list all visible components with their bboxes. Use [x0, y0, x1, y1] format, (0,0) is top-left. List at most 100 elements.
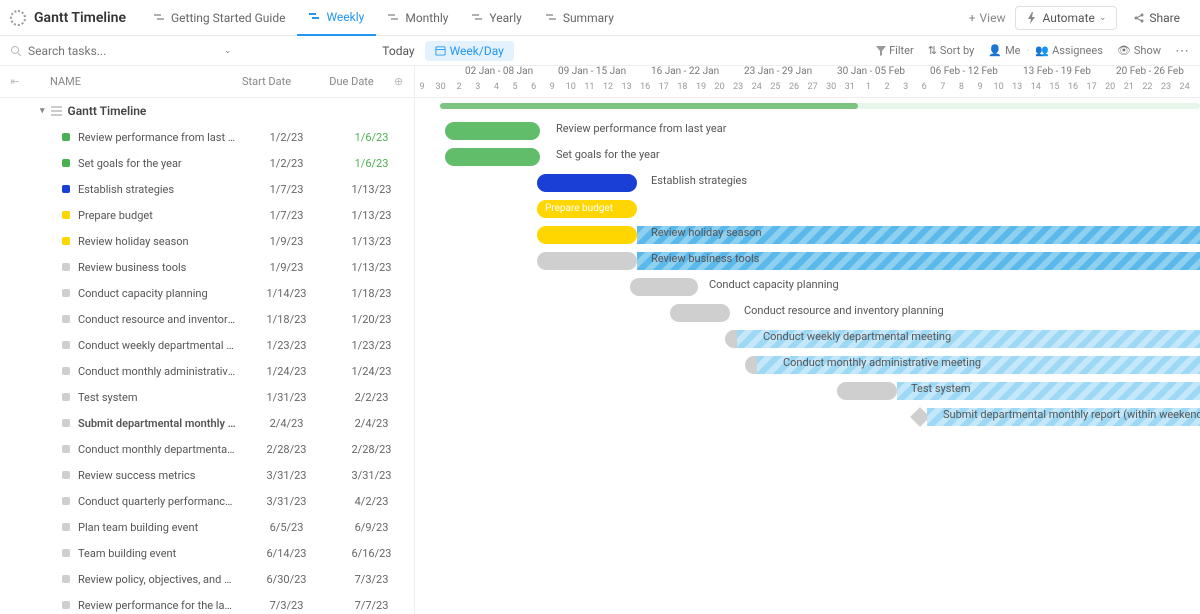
day-header: 20	[711, 82, 729, 98]
add-view-button[interactable]: +View	[959, 11, 1016, 25]
gantt-row[interactable]	[415, 430, 1200, 456]
gantt-row[interactable]	[415, 586, 1200, 612]
gantt-row[interactable]: Review performance from last year	[415, 118, 1200, 144]
task-start-date: 1/2/23	[244, 131, 329, 144]
task-name: Review policy, objectives, and busi…	[78, 573, 244, 586]
list-icon	[51, 106, 62, 117]
day-header: 5	[506, 82, 524, 98]
task-row[interactable]: Review performance from last year1/2/231…	[0, 124, 414, 150]
task-row[interactable]: Prepare budget1/7/231/13/23	[0, 202, 414, 228]
task-row[interactable]: Conduct capacity planning1/14/231/18/23	[0, 280, 414, 306]
task-row[interactable]: Review performance for the last 6 …7/3/2…	[0, 592, 414, 614]
gantt-row[interactable]	[415, 508, 1200, 534]
task-start-date: 3/31/23	[244, 495, 329, 508]
task-row[interactable]: Conduct monthly departmental m…2/28/232/…	[0, 436, 414, 462]
status-bullet	[62, 367, 70, 375]
task-row[interactable]: Set goals for the year1/2/231/6/23	[0, 150, 414, 176]
search-input[interactable]	[28, 44, 138, 58]
gantt-bar[interactable]: Prepare budget	[537, 200, 637, 218]
task-row[interactable]: Conduct resource and inventory pl…1/18/2…	[0, 306, 414, 332]
task-name: Conduct monthly administrative m…	[78, 365, 244, 378]
gantt-bar[interactable]	[670, 304, 730, 322]
day-header: 2	[1194, 82, 1200, 98]
timeline-header[interactable]: 02 Jan - 08 Jan09 Jan - 15 Jan16 Jan - 2…	[415, 66, 1200, 98]
day-header: 27	[804, 82, 822, 98]
task-row[interactable]: Conduct quarterly performance m…3/31/234…	[0, 488, 414, 514]
tab-getting-started-guide[interactable]: Getting Started Guide	[142, 0, 297, 36]
gantt-row[interactable]: Prepare budget	[415, 196, 1200, 222]
task-name: Plan team building event	[78, 521, 244, 534]
column-header-name[interactable]: NAME	[30, 75, 224, 88]
share-button[interactable]: Share	[1123, 7, 1190, 29]
gantt-bar-label: Review business tools	[651, 252, 759, 265]
gantt-row[interactable]	[415, 456, 1200, 482]
me-filter[interactable]: 👤Me·👥Assignees	[988, 44, 1103, 57]
day-header: 20	[1101, 82, 1119, 98]
day-header: 2	[450, 82, 468, 98]
task-row[interactable]: Plan team building event6/5/236/9/23	[0, 514, 414, 540]
group-row[interactable]: ▾Gantt Timeline	[0, 98, 414, 124]
task-row[interactable]: Conduct monthly administrative m…1/24/23…	[0, 358, 414, 384]
sortby-button[interactable]: ⇅Sort by	[928, 44, 975, 57]
day-header: 13	[618, 82, 636, 98]
filter-button[interactable]: Filter	[876, 44, 914, 57]
gantt-row[interactable]: Conduct capacity planning	[415, 274, 1200, 300]
gantt-row[interactable]: Conduct resource and inventory planning	[415, 300, 1200, 326]
tab-weekly[interactable]: Weekly	[297, 0, 376, 36]
weekday-toggle[interactable]: Week/Day	[425, 41, 514, 61]
column-header-due[interactable]: Due Date	[309, 75, 394, 88]
gantt-row[interactable]	[415, 534, 1200, 560]
task-start-date: 7/3/23	[244, 599, 329, 612]
more-icon[interactable]: ⋯	[1175, 43, 1190, 59]
task-due-date: 1/18/23	[329, 287, 414, 300]
tab-monthly[interactable]: Monthly	[376, 0, 460, 36]
task-start-date: 1/14/23	[244, 287, 329, 300]
task-name: Conduct quarterly performance m…	[78, 495, 244, 508]
task-row[interactable]: Review policy, objectives, and busi…6/30…	[0, 566, 414, 592]
show-button[interactable]: 👁Show	[1117, 44, 1161, 57]
gantt-bar[interactable]	[445, 122, 540, 140]
gantt-bar[interactable]	[445, 148, 540, 166]
day-header: 9	[415, 82, 431, 98]
task-row[interactable]: Establish strategies1/7/231/13/23	[0, 176, 414, 202]
add-column-button[interactable]: ⊕	[394, 75, 414, 88]
gantt-bar[interactable]	[537, 174, 637, 192]
automate-button[interactable]: Automate ⌄	[1015, 6, 1117, 30]
gantt-row[interactable]: Conduct weekly departmental meeting	[415, 326, 1200, 352]
gantt-row[interactable]: Review holiday season	[415, 222, 1200, 248]
task-row[interactable]: Submit departmental monthly re…2/4/232/4…	[0, 410, 414, 436]
gantt-bar[interactable]	[837, 382, 897, 400]
gantt-row[interactable]: Set goals for the year	[415, 144, 1200, 170]
tab-summary[interactable]: Summary	[534, 0, 626, 36]
gantt-row[interactable]	[415, 560, 1200, 586]
task-row[interactable]: Test system1/31/232/2/23	[0, 384, 414, 410]
gantt-row[interactable]: Conduct monthly administrative meeting	[415, 352, 1200, 378]
gantt-row[interactable]	[415, 482, 1200, 508]
day-header: 11	[580, 82, 598, 98]
task-row[interactable]: Conduct weekly departmental me…1/23/231/…	[0, 332, 414, 358]
filter-bar: ⌄ Today Week/Day Filter ⇅Sort by 👤Me·👥As…	[0, 36, 1200, 66]
week-header: 23 Jan - 29 Jan	[744, 66, 812, 82]
today-button[interactable]: Today	[372, 44, 424, 58]
task-row[interactable]: Review holiday season1/9/231/13/23	[0, 228, 414, 254]
gantt-row[interactable]: Test system	[415, 378, 1200, 404]
task-name: Test system	[78, 391, 244, 404]
task-start-date: 1/7/23	[244, 183, 329, 196]
task-due-date: 3/31/23	[329, 469, 414, 482]
gantt-bar[interactable]	[630, 278, 698, 296]
status-bullet	[62, 211, 70, 219]
task-row[interactable]: Team building event6/14/236/16/23	[0, 540, 414, 566]
status-bullet	[62, 185, 70, 193]
gantt-row[interactable]: Review business tools	[415, 248, 1200, 274]
gantt-bar[interactable]	[537, 252, 637, 270]
task-row[interactable]: Review success metrics3/31/233/31/23	[0, 462, 414, 488]
gantt-area[interactable]: Review performance from last yearSet goa…	[415, 98, 1200, 614]
tab-yearly[interactable]: Yearly	[460, 0, 533, 36]
column-header-start[interactable]: Start Date	[224, 75, 309, 88]
gantt-bar[interactable]	[537, 226, 637, 244]
collapse-sidebar-icon[interactable]: ⇤	[0, 75, 30, 88]
task-row[interactable]: Review business tools1/9/231/13/23	[0, 254, 414, 280]
gantt-row[interactable]: Submit departmental monthly report (with…	[415, 404, 1200, 430]
day-header: 3	[469, 82, 487, 98]
gantt-row[interactable]: Establish strategies	[415, 170, 1200, 196]
